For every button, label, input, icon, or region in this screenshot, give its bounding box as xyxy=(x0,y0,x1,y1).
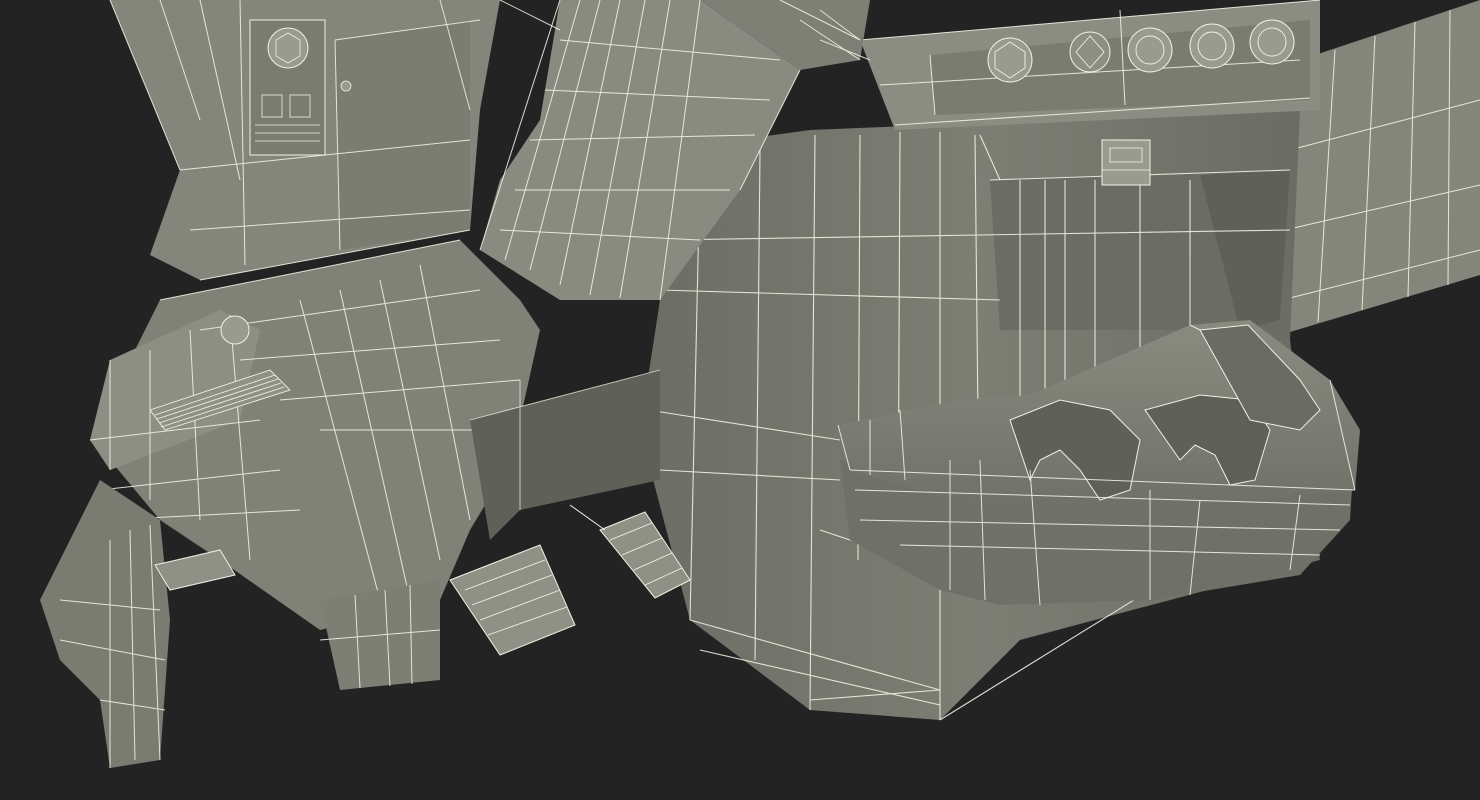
pedal-left xyxy=(449,544,576,656)
dial-knob-icon xyxy=(1069,31,1111,73)
console-latch-icon xyxy=(1101,139,1151,186)
left-dash-block xyxy=(109,0,500,281)
dial-knob-icon xyxy=(1249,19,1295,65)
dial-knob-icon xyxy=(267,27,309,69)
wireframe-model xyxy=(40,0,1480,768)
dial-knob-icon xyxy=(1189,23,1235,69)
screw-icon xyxy=(340,80,352,92)
render-viewport xyxy=(0,0,1480,800)
dial-knob-icon xyxy=(1127,27,1173,73)
dial-knob-icon xyxy=(220,315,250,345)
dial-knob-icon xyxy=(987,37,1033,83)
